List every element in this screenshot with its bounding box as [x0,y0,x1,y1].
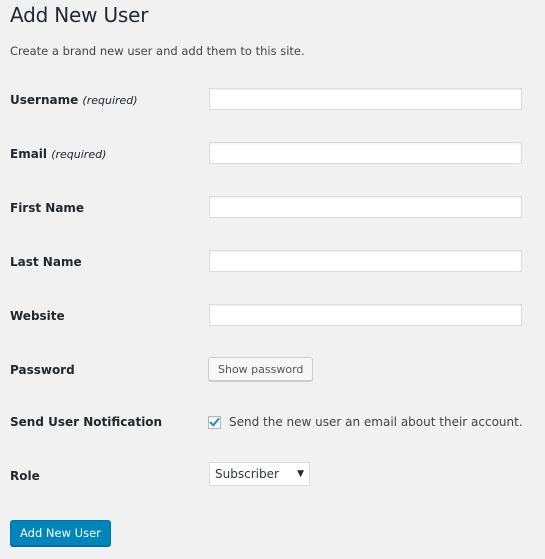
add-new-user-button[interactable]: Add New User [10,520,111,546]
first-name-input[interactable] [209,196,522,218]
send-notification-text: Send the new user an email about their a… [229,415,523,429]
last-name-input[interactable] [209,250,522,272]
email-input[interactable] [209,142,522,164]
page-description: Create a brand new user and add them to … [10,44,305,58]
role-label: Role [10,469,40,483]
username-label-text: Username [10,93,79,107]
checkmark-icon [209,417,220,426]
required-note: (required) [51,148,107,161]
website-label: Website [10,309,65,323]
password-label: Password [10,363,75,377]
send-notification-label: Send User Notification [10,415,163,429]
required-note: (required) [82,94,138,107]
chevron-down-icon: ▼ [297,469,304,479]
role-select[interactable]: Subscriber ▼ [209,462,310,486]
send-notification-checkbox[interactable] [208,415,221,429]
email-label: Email (required) [10,147,106,161]
website-input[interactable] [209,304,522,326]
first-name-label: First Name [10,201,85,215]
role-selected-value: Subscriber [215,467,279,481]
show-password-button[interactable]: Show password [208,357,314,381]
username-input[interactable] [209,88,522,110]
username-label: Username (required) [10,93,138,107]
email-label-text: Email [10,147,48,161]
send-notification-option[interactable]: Send the new user an email about their a… [208,415,523,429]
last-name-label: Last Name [10,255,82,269]
page-title: Add New User [10,3,149,27]
